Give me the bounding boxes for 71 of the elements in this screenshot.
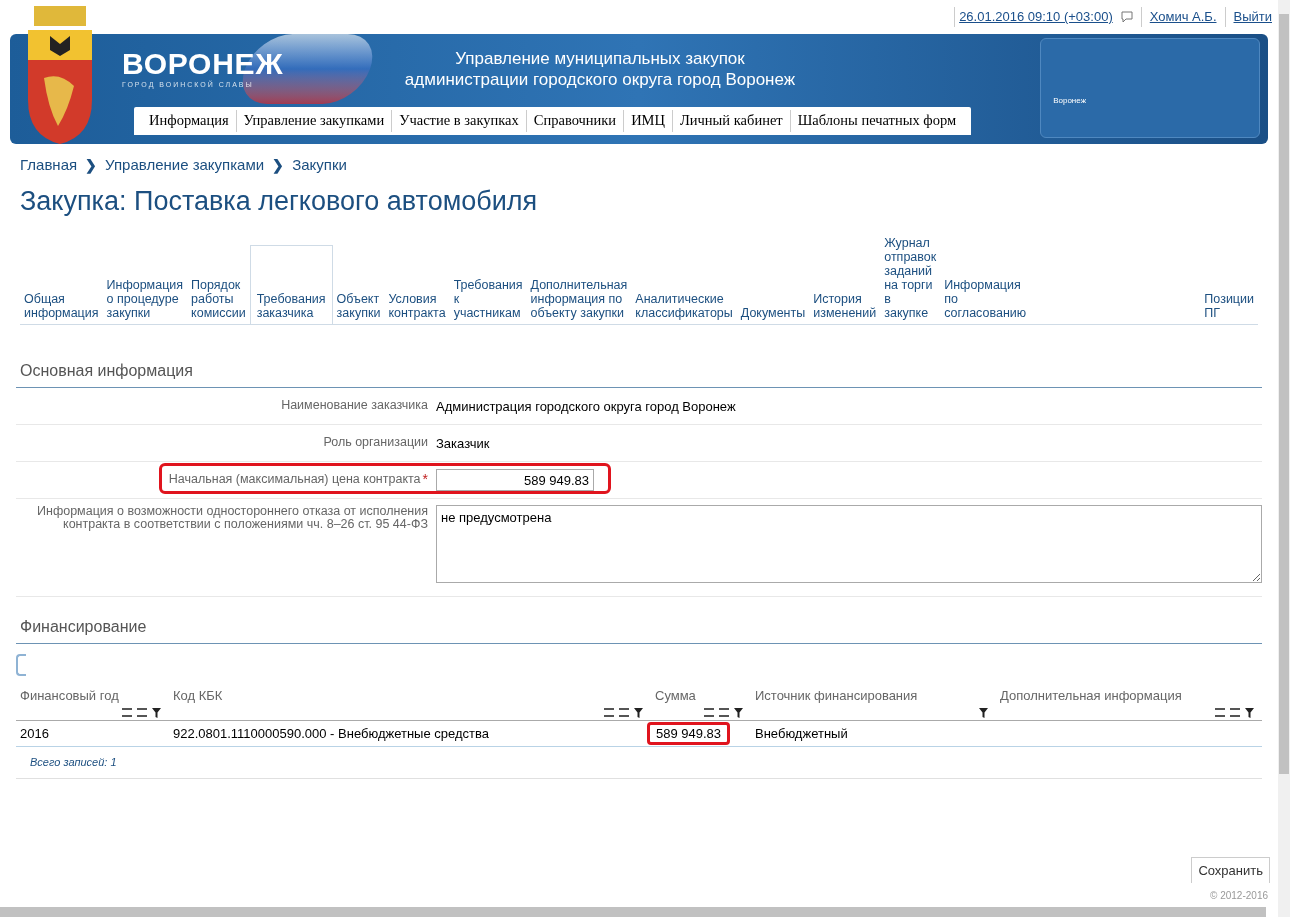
field-label: Начальная (максимальная) цена контракта [168, 473, 421, 486]
tab[interactable]: История изменений [809, 291, 881, 324]
map-label: Воронеж [1053, 95, 1086, 107]
menu-item[interactable]: Информация [142, 110, 236, 132]
copyright-text: © 2012-2016 [1210, 888, 1268, 903]
tab[interactable]: Требования заказчика [249, 244, 333, 324]
field-label: Информация о возможности одностороннего отказа от исполнения контракта в соответствии с положениями чч. 8–26 ст. 95 44-ФЗ [37, 504, 428, 531]
filter-icon[interactable] [152, 707, 161, 718]
filter-icon[interactable] [634, 707, 643, 718]
sort-icon[interactable] [137, 708, 147, 717]
filter-icon[interactable] [1245, 707, 1254, 718]
tab[interactable]: Документы [736, 305, 810, 324]
tab[interactable]: Дополнительная информация по объекту закупки [526, 277, 632, 324]
sort-icon[interactable] [1230, 708, 1240, 717]
record-count: Всего записей: 1 [30, 755, 117, 771]
tab[interactable]: Информация по согласованию [940, 277, 1031, 324]
group-icon[interactable] [604, 708, 614, 717]
tab[interactable]: Позиции ПГ [1200, 291, 1258, 324]
table-cell: 2016 [20, 725, 49, 741]
logout-link[interactable]: Выйти [1224, 7, 1272, 27]
tab[interactable]: Информация о процедуре закупки [102, 277, 188, 324]
chat-icon[interactable] [1120, 11, 1133, 23]
menu-item[interactable]: Справочники [525, 110, 624, 132]
menu-item[interactable]: Участие в закупках [391, 110, 526, 132]
page-title: Закупка: Поставка легкового автомобиля [20, 184, 539, 218]
sort-icon[interactable] [619, 708, 629, 717]
filter-icon[interactable] [734, 707, 743, 718]
user-link[interactable]: Хомич А.Б. [1140, 7, 1217, 27]
column-header[interactable]: Финансовый год [20, 687, 119, 703]
filter-icon[interactable] [979, 707, 988, 718]
field-value: Заказчик [436, 435, 490, 451]
header-title: Управление муниципальных закупок [454, 48, 746, 69]
tab[interactable]: Объект закупки [332, 291, 385, 324]
tab[interactable]: Аналитические классификаторы [631, 291, 737, 324]
table-cell: 589 949.83 [647, 721, 731, 745]
group-icon[interactable] [122, 708, 132, 717]
save-button[interactable]: Сохранить [1191, 857, 1270, 883]
field-value: Администрация городского округа город Воронеж [436, 398, 736, 414]
section-title: Основная информация [19, 360, 194, 381]
menu-item[interactable]: Личный кабинет [671, 110, 790, 132]
group-icon[interactable] [704, 708, 714, 717]
breadcrumb-link[interactable]: Закупки [292, 154, 347, 177]
chevron-icon: ❯ [272, 154, 285, 176]
group-icon[interactable] [1215, 708, 1225, 717]
breadcrumb-link[interactable]: Главная [20, 154, 78, 177]
menu-item[interactable]: ИМЦ [623, 110, 672, 132]
required-mark: * [422, 473, 428, 486]
column-header[interactable]: Источник финансирования [755, 687, 918, 703]
datetime-link[interactable]: 26.01.2016 09:10 (+03:00) [954, 7, 1113, 27]
column-header[interactable]: Сумма [655, 687, 696, 703]
tab[interactable]: Общая информация [20, 291, 103, 324]
menu-item[interactable]: Управление закупками [235, 110, 392, 132]
table-cell: 922.0801.1110000590.000 - Внебюджетные средства [173, 725, 489, 741]
breadcrumb-link[interactable]: Управление закупками [105, 154, 265, 177]
city-name: ВОРОНЕЖ [122, 48, 284, 80]
tab[interactable]: Условия контракта [384, 291, 450, 324]
refusal-info-textarea[interactable]: не предусмотрена [436, 504, 1262, 583]
table-cell: Внебюджетный [755, 725, 848, 741]
field-label: Наименование заказчика [281, 399, 428, 412]
tab[interactable]: Порядок работы комиссии [187, 277, 250, 324]
column-header[interactable]: Дополнительная информация [1000, 687, 1182, 703]
section-title: Финансирование [19, 616, 148, 637]
tab[interactable]: Журнал отправок заданий на торги в закупке [880, 235, 941, 324]
header-title: администрации городского округа город Воронеж [403, 69, 797, 90]
price-input[interactable]: 589 949.83 [436, 469, 594, 491]
chevron-icon: ❯ [85, 154, 98, 176]
sort-icon[interactable] [719, 708, 729, 717]
tab[interactable]: Требования к участникам [449, 277, 527, 324]
menu-item[interactable]: Шаблоны печатных форм [789, 110, 964, 132]
column-header[interactable]: Код КБК [173, 687, 223, 703]
field-label: Роль организации [323, 436, 428, 449]
